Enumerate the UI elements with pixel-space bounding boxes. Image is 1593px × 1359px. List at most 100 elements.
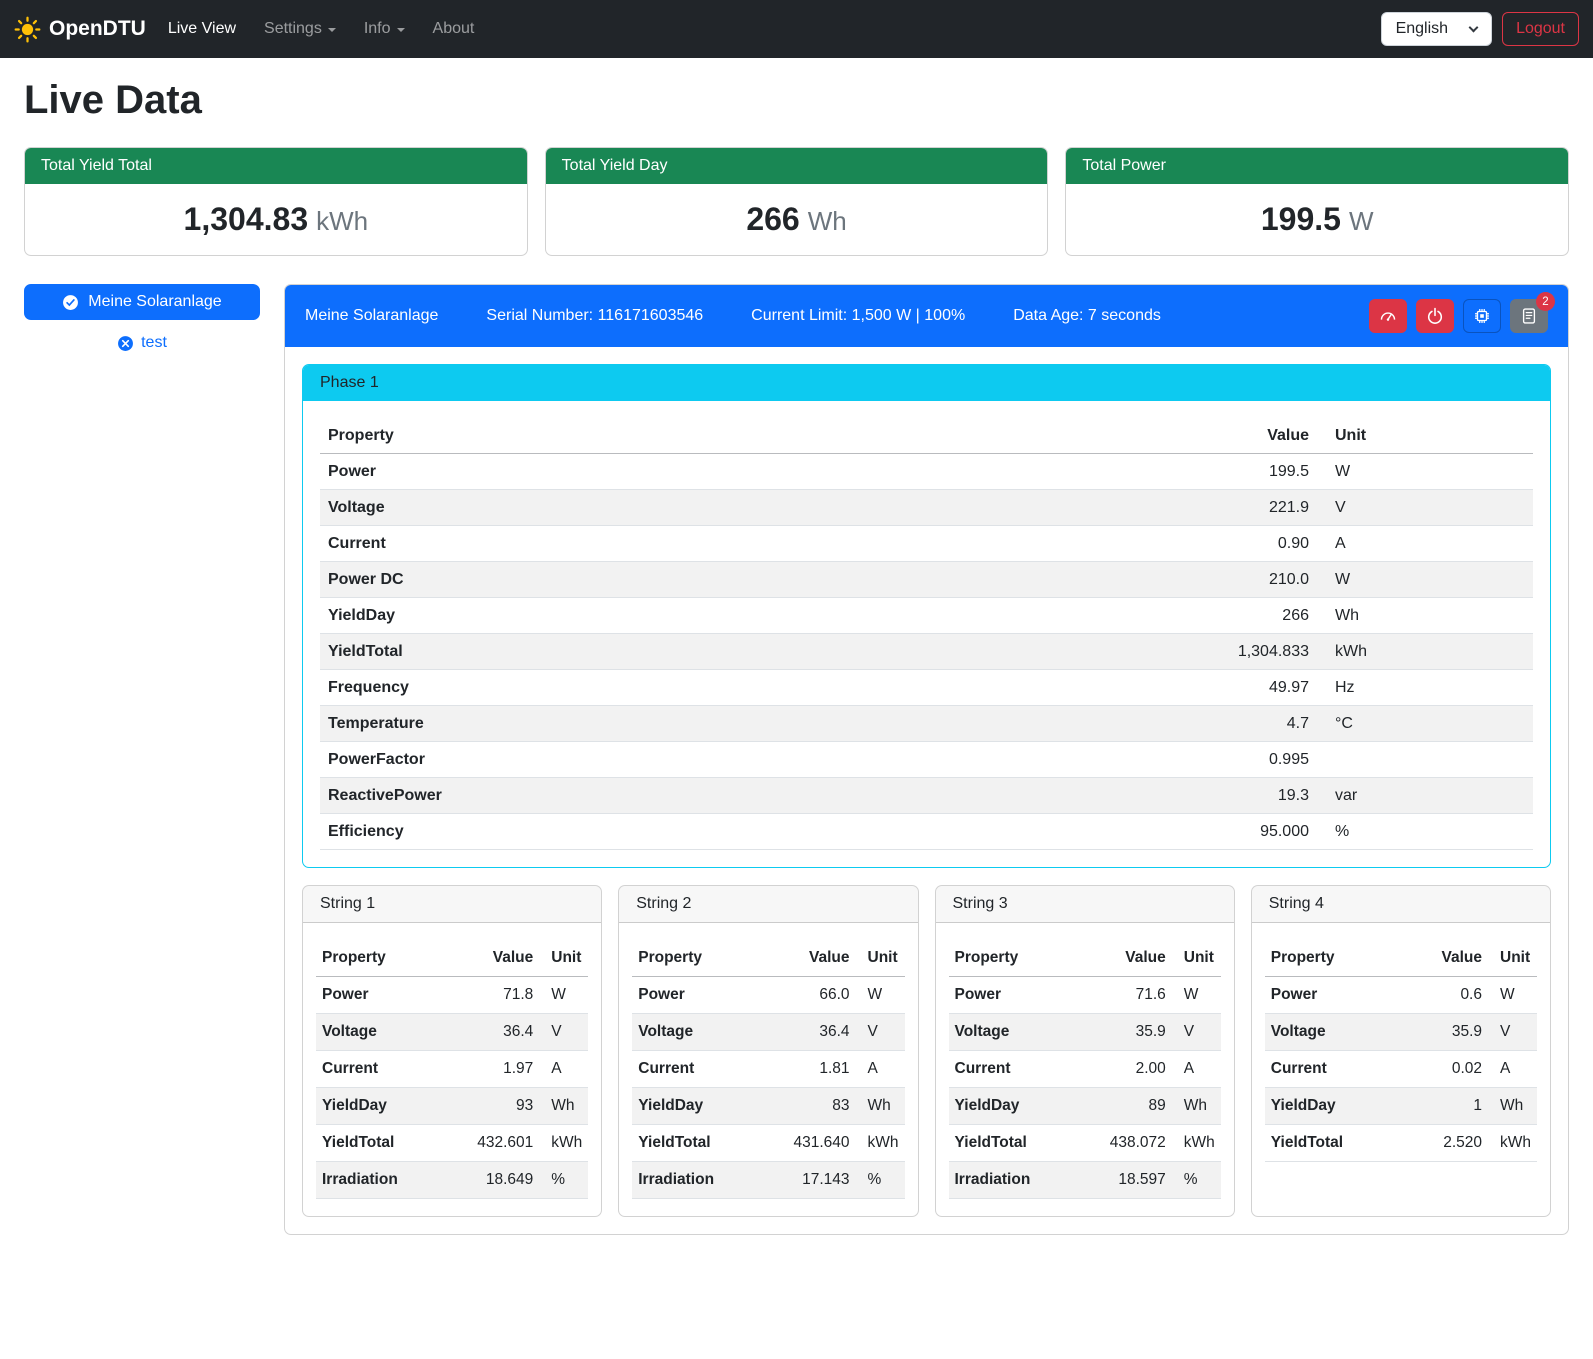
value-cell: 0.02 [1416, 1051, 1488, 1088]
table-row: Current 2.00 A [949, 1051, 1221, 1088]
table-row: Voltage 35.9 V [1265, 1014, 1537, 1051]
property-cell: Current [316, 1051, 467, 1088]
sun-logo-icon [14, 16, 41, 43]
property-cell: Voltage [316, 1014, 467, 1051]
summary-cards-row: Total Yield Total 1,304.83kWh Total Yiel… [24, 147, 1569, 256]
value-cell: 17.143 [784, 1162, 856, 1199]
property-cell: Current [1265, 1051, 1416, 1088]
unit-cell: var [1317, 778, 1533, 814]
value-cell: 266 [1187, 598, 1317, 634]
value-cell: 199.5 [1187, 454, 1317, 490]
language-select[interactable]: English [1381, 12, 1492, 46]
table-row: Power DC 210.0 W [320, 562, 1533, 598]
unit-cell: Wh [1488, 1088, 1537, 1125]
unit-cell: W [1317, 454, 1533, 490]
brand-logo[interactable]: OpenDTU [14, 16, 146, 43]
total-yield-day-card: Total Yield Day 266Wh [545, 147, 1049, 256]
total-yield-total-value: 1,304.83 [184, 201, 309, 237]
property-cell: Power DC [320, 562, 1187, 598]
value-cell: 83 [784, 1088, 856, 1125]
total-power-card: Total Power 199.5 W [1065, 147, 1569, 256]
value-cell: 210.0 [1187, 562, 1317, 598]
cpu-chip-icon [1473, 307, 1491, 325]
logout-button[interactable]: Logout [1502, 12, 1579, 46]
nav-item-settings[interactable]: Settings [264, 20, 336, 38]
table-row: PowerFactor 0.995 [320, 742, 1533, 778]
total-yield-total-card: Total Yield Total 1,304.83kWh [24, 147, 528, 256]
table-row: Power 66.0 W [632, 977, 904, 1014]
property-cell: Power [1265, 977, 1416, 1014]
property-cell: YieldTotal [949, 1125, 1100, 1162]
property-cell: PowerFactor [320, 742, 1187, 778]
property-cell: Temperature [320, 706, 1187, 742]
unit-cell [1317, 742, 1533, 778]
column-header-unit: Unit [539, 940, 588, 977]
table-row: Irradiation 17.143 % [632, 1162, 904, 1199]
property-cell: Current [949, 1051, 1100, 1088]
property-cell: YieldTotal [1265, 1125, 1416, 1162]
page-title: Live Data [24, 78, 1569, 123]
event-log-button[interactable]: 2 [1510, 299, 1548, 333]
device-settings-button[interactable] [1463, 299, 1501, 333]
inverter-select-label: Meine Solaranlage [88, 293, 221, 311]
unit-cell: V [856, 1014, 905, 1051]
power-button[interactable] [1416, 299, 1454, 333]
string-2-card: String 2 Property Value Unit [618, 885, 918, 1217]
inverter-card: Meine Solaranlage Serial Number: 1161716… [284, 284, 1569, 1235]
total-yield-day-value: 266 [746, 201, 799, 237]
content-area: Live Data Total Yield Total 1,304.83kWh … [0, 58, 1593, 1261]
value-cell: 0.90 [1187, 526, 1317, 562]
unit-cell: A [1317, 526, 1533, 562]
gauge-icon [1379, 307, 1397, 325]
chevron-down-icon [328, 28, 336, 32]
unit-cell: Wh [1317, 598, 1533, 634]
table-row: Voltage 35.9 V [949, 1014, 1221, 1051]
unit-cell: A [856, 1051, 905, 1088]
limit-settings-button[interactable] [1369, 299, 1407, 333]
property-cell: Power [316, 977, 467, 1014]
check-circle-icon [62, 294, 79, 311]
inverter-select-button[interactable]: Meine Solaranlage [24, 284, 260, 320]
strings-row: String 1 Property Value Unit [302, 885, 1551, 1217]
property-cell: Current [632, 1051, 783, 1088]
nav-item-about[interactable]: About [433, 20, 475, 38]
value-cell: 1.97 [467, 1051, 539, 1088]
table-row: Current 1.81 A [632, 1051, 904, 1088]
property-cell: Power [632, 977, 783, 1014]
nav-links: Live View Settings Info About [168, 20, 475, 38]
value-cell: 35.9 [1416, 1014, 1488, 1051]
chevron-down-icon [397, 28, 405, 32]
unit-cell: V [1488, 1014, 1537, 1051]
total-power-value: 199.5 [1261, 201, 1341, 237]
total-power-unit: W [1349, 206, 1374, 236]
unit-cell: V [1172, 1014, 1221, 1051]
card-title: Total Power [1066, 148, 1568, 184]
sidebar-item-test[interactable]: test [24, 334, 260, 352]
table-row: YieldDay 266 Wh [320, 598, 1533, 634]
phase-1-card: Phase 1 Property Value Unit [302, 364, 1551, 868]
table-row: YieldDay 1 Wh [1265, 1088, 1537, 1125]
value-cell: 1.81 [784, 1051, 856, 1088]
unit-cell: kWh [539, 1125, 588, 1162]
table-row: Voltage 221.9 V [320, 490, 1533, 526]
unit-cell: A [539, 1051, 588, 1088]
inverter-serial: Serial Number: 116171603546 [486, 307, 703, 325]
table-row: YieldDay 83 Wh [632, 1088, 904, 1125]
value-cell: 2.520 [1416, 1125, 1488, 1162]
unit-cell: kWh [1172, 1125, 1221, 1162]
nav-item-info-label: Info [364, 20, 391, 38]
unit-cell: Wh [1172, 1088, 1221, 1125]
value-cell: 71.6 [1100, 977, 1172, 1014]
unit-cell: Hz [1317, 670, 1533, 706]
table-row: YieldDay 93 Wh [316, 1088, 588, 1125]
unit-cell: A [1172, 1051, 1221, 1088]
unit-cell: V [539, 1014, 588, 1051]
unit-cell: A [1488, 1051, 1537, 1088]
top-navbar: OpenDTU Live View Settings Info About En… [0, 0, 1593, 58]
nav-item-live-view[interactable]: Live View [168, 20, 236, 38]
property-cell: YieldTotal [632, 1125, 783, 1162]
nav-item-info[interactable]: Info [364, 20, 405, 38]
string-1-card: String 1 Property Value Unit [302, 885, 602, 1217]
unit-cell: W [1172, 977, 1221, 1014]
inverter-current-limit: Current Limit: 1,500 W | 100% [751, 307, 965, 325]
